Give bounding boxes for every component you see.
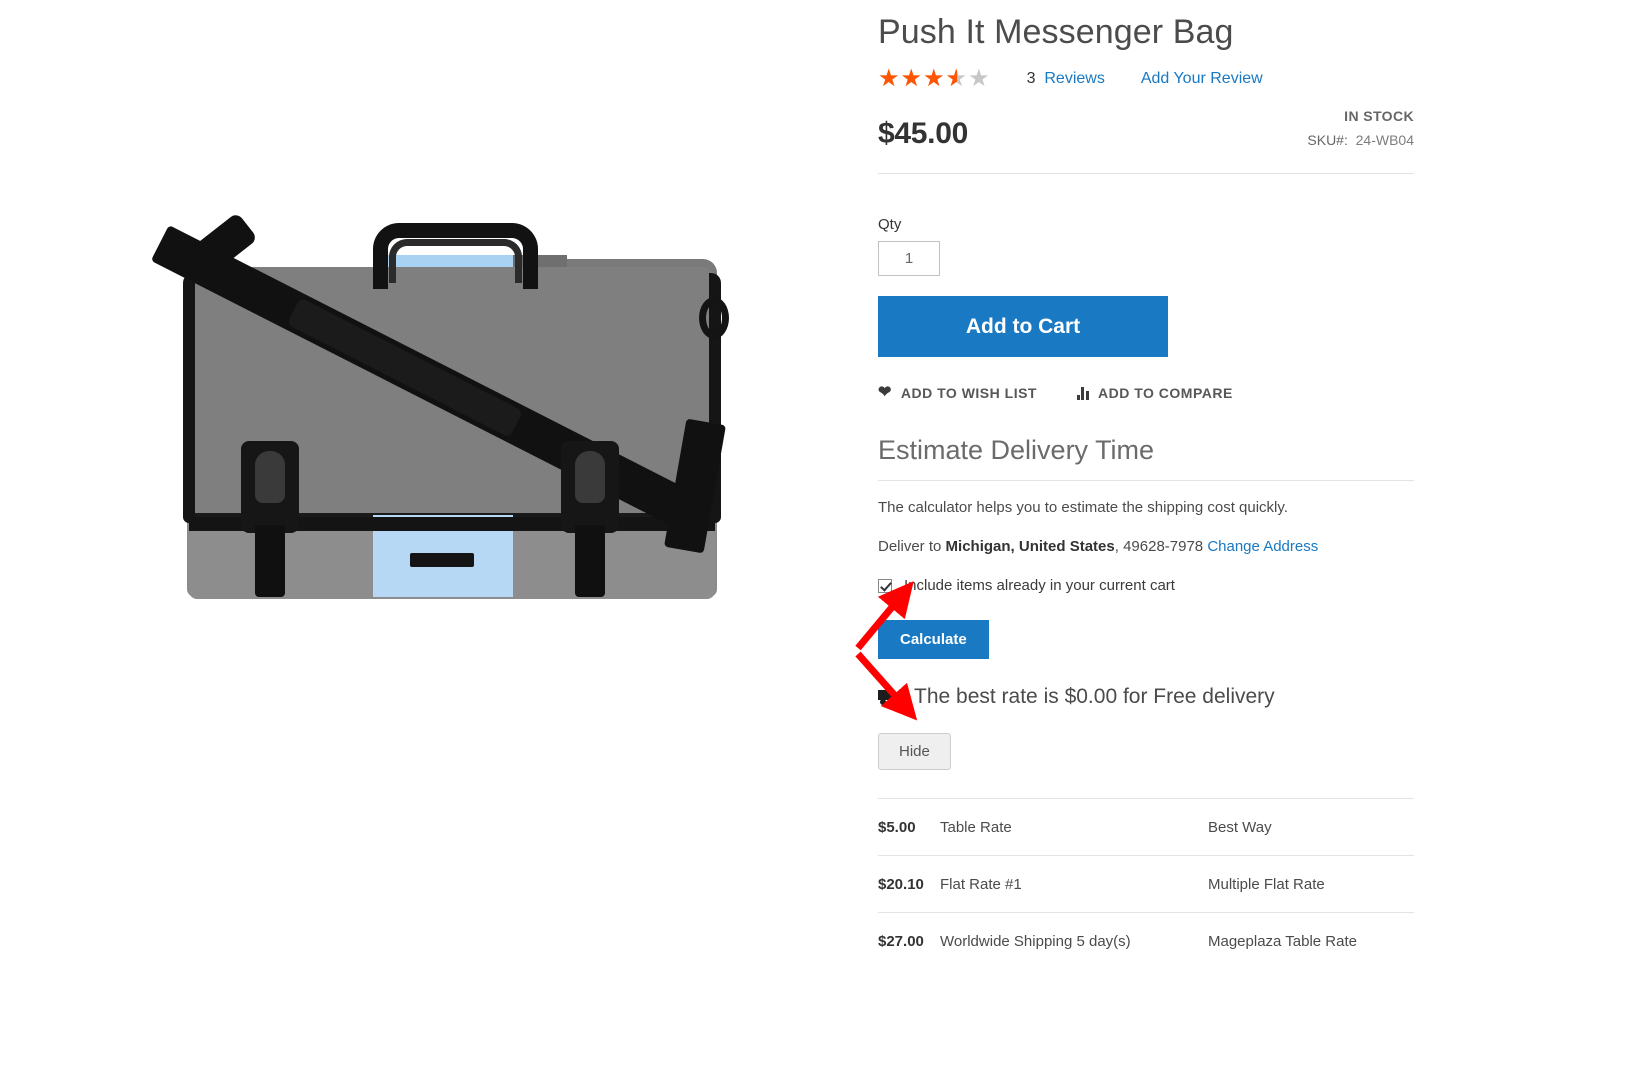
include-cart-label: Include items already in your current ca… — [904, 577, 1175, 595]
table-row[interactable]: $5.00 Table Rate Best Way — [878, 798, 1414, 856]
bag-buckle-right — [561, 441, 619, 533]
deliver-to-address: Michigan, United States — [945, 538, 1115, 556]
table-row[interactable]: $20.10 Flat Rate #1 Multiple Flat Rate — [878, 855, 1414, 913]
deliver-to-prefix: Deliver to — [878, 538, 946, 556]
compare-bars-icon — [1076, 386, 1089, 400]
estimate-delivery-heading: Estimate Delivery Time — [878, 435, 1414, 482]
deliver-to-zip: , 49628-7978 — [1114, 538, 1208, 556]
add-to-compare-label: ADD TO COMPARE — [1097, 385, 1233, 402]
truck-icon — [878, 689, 902, 706]
hide-button[interactable]: Hide — [878, 733, 951, 771]
include-cart-checkbox[interactable] — [878, 578, 892, 593]
product-gallery — [0, 0, 872, 1070]
include-cart-row: Include items already in your current ca… — [878, 577, 1414, 594]
rate-method: Table Rate — [940, 819, 1012, 837]
rating-row: ★★★★★ ★★★★★ 3 Reviews Add Your Review — [878, 66, 1414, 92]
secondary-actions: ❤ ADD TO WISH LIST ADD TO COMPARE — [878, 384, 1414, 402]
product-detail-page: Push It Messenger Bag ★★★★★ ★★★★★ 3 Revi… — [0, 0, 1644, 1070]
bag-flap-edge-left — [183, 273, 195, 523]
rate-price: $20.10 — [878, 876, 924, 894]
rate-carrier: Multiple Flat Rate — [1208, 876, 1325, 894]
deliver-to-row: Deliver to Michigan, United States, 4962… — [878, 538, 1414, 555]
rating-stars-filled: ★★★★★ — [878, 67, 957, 92]
add-to-cart-button[interactable]: Add to Cart — [878, 296, 1168, 358]
rate-carrier: Best Way — [1208, 819, 1272, 837]
stock-and-sku: IN STOCK SKU#: 24-WB04 — [1307, 108, 1414, 151]
product-price: $45.00 — [878, 117, 968, 151]
bag-buckle-right-knob — [575, 451, 605, 503]
bag-handle-grip — [389, 239, 522, 283]
reviews-label: Reviews — [1044, 70, 1105, 88]
rate-carrier: Mageplaza Table Rate — [1208, 933, 1357, 951]
rate-method: Worldwide Shipping 5 day(s) — [940, 933, 1131, 951]
status-badge: IN STOCK — [1344, 108, 1414, 125]
product-image-messenger-bag[interactable] — [150, 212, 740, 605]
heart-icon: ❤ — [878, 384, 892, 402]
price-row: $45.00 IN STOCK SKU#: 24-WB04 — [878, 108, 1414, 175]
add-to-compare-button[interactable]: ADD TO COMPARE — [1076, 385, 1233, 402]
best-rate-message: The best rate is $0.00 for Free delivery — [878, 685, 1414, 709]
rate-method: Flat Rate #1 — [940, 876, 1022, 894]
bag-strap-ring — [699, 297, 729, 339]
rate-price: $27.00 — [878, 933, 924, 951]
add-to-wish-list-label: ADD TO WISH LIST — [900, 385, 1037, 402]
bag-tab-strap-left — [255, 525, 285, 597]
add-your-review-link[interactable]: Add Your Review — [1141, 70, 1263, 88]
rating-stars[interactable]: ★★★★★ ★★★★★ — [878, 67, 991, 91]
reviews-count: 3 — [1026, 70, 1036, 88]
add-to-wish-list-button[interactable]: ❤ ADD TO WISH LIST — [878, 384, 1037, 402]
page-title: Push It Messenger Bag — [878, 13, 1234, 51]
rate-price: $5.00 — [878, 819, 916, 837]
product-sku: SKU#: 24-WB04 — [1307, 132, 1414, 148]
change-address-link[interactable]: Change Address — [1207, 538, 1318, 555]
shipping-rates-table: $5.00 Table Rate Best Way $20.10 Flat Rate #… — [878, 798, 1414, 969]
sku-label: SKU#: — [1307, 132, 1348, 149]
product-info-panel: Push It Messenger Bag ★★★★★ ★★★★★ 3 Revi… — [878, 0, 1414, 969]
calculate-button[interactable]: Calculate — [878, 620, 989, 660]
bag-logo-tab — [410, 553, 474, 567]
table-row[interactable]: $27.00 Worldwide Shipping 5 day(s) Magepla… — [878, 912, 1414, 970]
bag-buckle-left — [241, 441, 299, 533]
sku-value: 24-WB04 — [1355, 132, 1414, 149]
qty-label: Qty — [878, 216, 902, 234]
bag-tab-strap-right — [575, 525, 605, 597]
calculator-help-text: The calculator helps you to estimate the… — [878, 499, 1288, 517]
best-rate-text: The best rate is $0.00 for Free delivery — [914, 685, 1275, 709]
reviews-link[interactable]: 3 Reviews — [1027, 70, 1105, 88]
bag-buckle-left-knob — [255, 451, 285, 503]
quantity-stepper[interactable] — [878, 241, 940, 277]
